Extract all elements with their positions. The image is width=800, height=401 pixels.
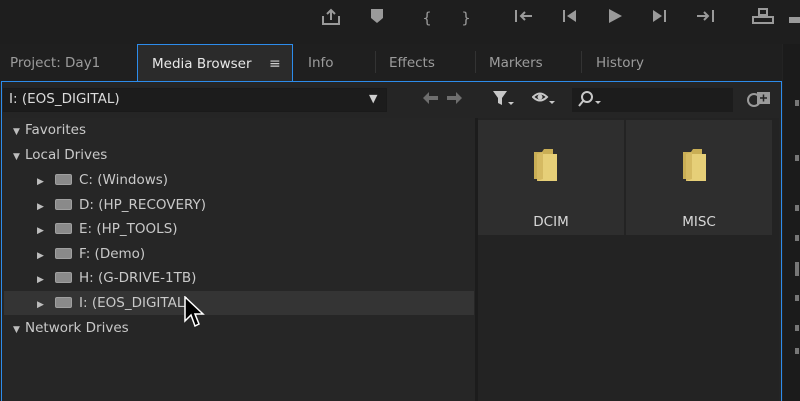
edge-mark xyxy=(795,155,799,161)
hard-drive-icon xyxy=(55,247,72,259)
tree-label: Favorites xyxy=(25,122,86,138)
view-as-eye-icon[interactable] xyxy=(531,89,556,111)
tree-item-drive[interactable]: ▶ H: (G-DRIVE-1TB) xyxy=(37,266,196,290)
tree-section-favorites[interactable]: ▼ Favorites xyxy=(13,118,86,142)
path-dropdown-value: I: (EOS_DIGITAL) xyxy=(9,91,120,107)
folder-name: DCIM xyxy=(533,214,569,230)
file-type-filter-icon[interactable] xyxy=(492,90,514,112)
hard-drive-icon xyxy=(55,173,72,185)
forward-arrow-icon[interactable] xyxy=(446,90,464,110)
tab-divider xyxy=(581,51,582,73)
folder-tile-misc[interactable]: MISC xyxy=(626,120,772,235)
edge-mark xyxy=(795,100,799,106)
marker-icon[interactable] xyxy=(366,8,388,28)
step-forward-icon[interactable] xyxy=(648,8,670,28)
tree-label: I: (EOS_DIGITAL) xyxy=(79,295,190,311)
edge-mark xyxy=(795,205,799,211)
mouse-cursor-icon xyxy=(184,296,205,328)
export-frame-icon[interactable] xyxy=(320,8,342,28)
tree-label: Network Drives xyxy=(25,320,129,336)
tab-label: Effects xyxy=(389,55,435,71)
tab-effects[interactable]: Effects xyxy=(379,44,475,81)
collapsed-caret-icon[interactable]: ▶ xyxy=(37,244,49,268)
collapsed-caret-icon[interactable]: ▶ xyxy=(37,195,49,219)
step-back-icon[interactable] xyxy=(559,8,581,28)
edge-mark xyxy=(795,325,799,331)
tab-label: History xyxy=(596,55,645,71)
collapsed-caret-icon[interactable]: ▶ xyxy=(37,293,49,317)
collapsed-caret-icon[interactable]: ▶ xyxy=(37,219,49,243)
collapsed-caret-icon[interactable]: ▶ xyxy=(37,268,49,292)
tree-label: Local Drives xyxy=(25,147,108,163)
edge-mark xyxy=(795,235,799,241)
tab-label: Media Browser xyxy=(152,56,252,72)
tab-media-browser[interactable]: Media Browser ≡ xyxy=(137,44,293,82)
overwrite-icon[interactable] xyxy=(784,8,800,28)
panel-menu-icon[interactable]: ≡ xyxy=(269,45,281,83)
tab-info[interactable]: Info xyxy=(298,44,378,81)
tree-label: F: (Demo) xyxy=(79,246,146,262)
ingest-settings-icon[interactable] xyxy=(746,90,772,110)
tree-section-local-drives[interactable]: ▼ Local Drives xyxy=(13,143,107,167)
collapsed-caret-icon[interactable]: ▶ xyxy=(37,170,49,194)
folder-tile-dcim[interactable]: DCIM xyxy=(478,120,624,235)
insert-icon[interactable] xyxy=(752,8,774,28)
folder-icon xyxy=(534,149,557,181)
hard-drive-icon xyxy=(55,198,72,210)
tab-history[interactable]: History xyxy=(586,44,686,81)
hard-drive-icon xyxy=(55,222,72,234)
mark-out-icon[interactable]: } xyxy=(455,8,477,28)
edge-mark xyxy=(795,295,799,301)
tree-item-drive[interactable]: ▶ D: (HP_RECOVERY) xyxy=(37,193,206,217)
expanded-caret-icon[interactable]: ▼ xyxy=(13,120,25,144)
tree-item-drive[interactable]: ▶ C: (Windows) xyxy=(37,168,168,192)
hard-drive-icon xyxy=(55,271,72,283)
tab-divider xyxy=(375,51,376,73)
tab-project[interactable]: Project: Day1 xyxy=(0,44,137,81)
tree-label: H: (G-DRIVE-1TB) xyxy=(79,270,197,286)
tree-item-drive[interactable]: ▶ E: (HP_TOOLS) xyxy=(37,217,178,241)
tree-label: C: (Windows) xyxy=(79,172,169,188)
tab-label: Info xyxy=(308,55,334,71)
tab-markers[interactable]: Markers xyxy=(479,44,580,81)
tree-item-drive[interactable]: ▶ F: (Demo) xyxy=(37,242,145,266)
tab-label: Markers xyxy=(489,55,543,71)
mark-in-icon[interactable]: { xyxy=(416,8,438,28)
go-to-in-icon[interactable] xyxy=(513,8,535,28)
expanded-caret-icon[interactable]: ▼ xyxy=(13,145,25,169)
tree-label: E: (HP_TOOLS) xyxy=(79,221,178,237)
back-arrow-icon[interactable] xyxy=(421,90,439,110)
expanded-caret-icon[interactable]: ▼ xyxy=(13,318,25,342)
tree-label: D: (HP_RECOVERY) xyxy=(79,197,207,213)
dropdown-caret-icon[interactable]: ▼ xyxy=(369,92,377,105)
tab-divider xyxy=(475,51,476,73)
transport-toolbar: { } xyxy=(0,0,800,44)
folder-icon xyxy=(683,149,706,181)
tree-item-drive-selected[interactable]: ▶ I: (EOS_DIGITAL) xyxy=(4,291,474,315)
go-to-out-icon[interactable] xyxy=(694,8,716,28)
tree-section-network-drives[interactable]: ▼ Network Drives xyxy=(13,316,129,340)
folder-name: MISC xyxy=(682,214,716,230)
play-icon[interactable] xyxy=(604,8,626,28)
tab-label: Project: Day1 xyxy=(10,55,101,71)
edge-mark xyxy=(795,348,799,354)
search-icon[interactable] xyxy=(578,90,602,112)
edge-mark xyxy=(795,262,799,276)
hard-drive-icon xyxy=(55,296,72,308)
